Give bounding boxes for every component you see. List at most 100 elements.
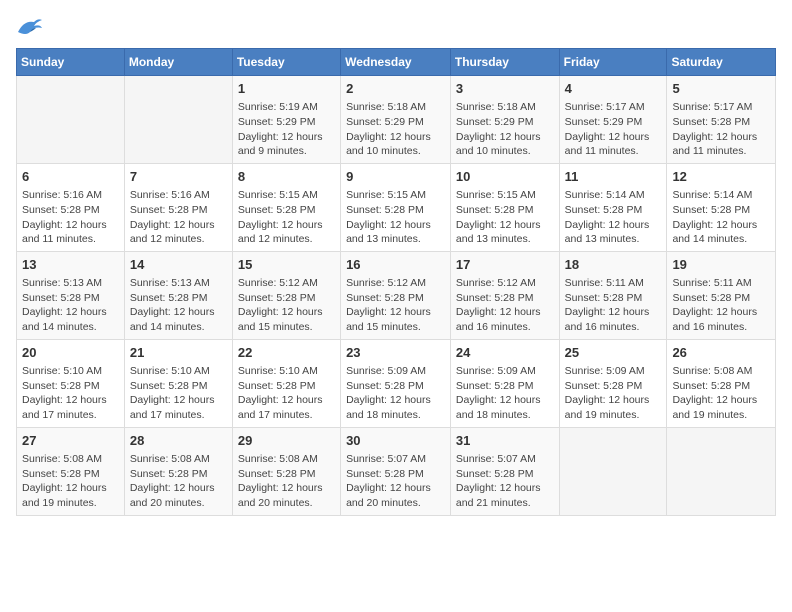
day-info: Sunrise: 5:10 AM Sunset: 5:28 PM Dayligh… (238, 364, 335, 423)
day-number: 4 (565, 80, 662, 98)
week-row-2: 6 Sunrise: 5:16 AM Sunset: 5:28 PM Daylig… (17, 163, 776, 251)
day-number: 30 (346, 432, 445, 450)
day-cell (559, 427, 667, 515)
header-day-thursday: Thursday (450, 49, 559, 76)
day-number: 15 (238, 256, 335, 274)
day-info: Sunrise: 5:16 AM Sunset: 5:28 PM Dayligh… (130, 188, 227, 247)
week-row-3: 13 Sunrise: 5:13 AM Sunset: 5:28 PM Dayli… (17, 251, 776, 339)
day-info: Sunrise: 5:08 AM Sunset: 5:28 PM Dayligh… (672, 364, 770, 423)
header-day-tuesday: Tuesday (232, 49, 340, 76)
day-info: Sunrise: 5:19 AM Sunset: 5:29 PM Dayligh… (238, 100, 335, 159)
day-info: Sunrise: 5:15 AM Sunset: 5:28 PM Dayligh… (346, 188, 445, 247)
day-cell: 11 Sunrise: 5:14 AM Sunset: 5:28 PM Dayli… (559, 163, 667, 251)
day-number: 31 (456, 432, 554, 450)
day-info: Sunrise: 5:17 AM Sunset: 5:29 PM Dayligh… (565, 100, 662, 159)
day-cell: 9 Sunrise: 5:15 AM Sunset: 5:28 PM Daylig… (341, 163, 451, 251)
day-info: Sunrise: 5:10 AM Sunset: 5:28 PM Dayligh… (130, 364, 227, 423)
day-info: Sunrise: 5:12 AM Sunset: 5:28 PM Dayligh… (346, 276, 445, 335)
day-number: 29 (238, 432, 335, 450)
day-cell: 3 Sunrise: 5:18 AM Sunset: 5:29 PM Daylig… (450, 76, 559, 164)
day-number: 27 (22, 432, 119, 450)
day-cell: 30 Sunrise: 5:07 AM Sunset: 5:28 PM Dayli… (341, 427, 451, 515)
day-number: 9 (346, 168, 445, 186)
day-number: 17 (456, 256, 554, 274)
day-number: 25 (565, 344, 662, 362)
day-info: Sunrise: 5:15 AM Sunset: 5:28 PM Dayligh… (456, 188, 554, 247)
day-info: Sunrise: 5:10 AM Sunset: 5:28 PM Dayligh… (22, 364, 119, 423)
day-number: 6 (22, 168, 119, 186)
day-info: Sunrise: 5:17 AM Sunset: 5:28 PM Dayligh… (672, 100, 770, 159)
day-number: 24 (456, 344, 554, 362)
day-cell: 15 Sunrise: 5:12 AM Sunset: 5:28 PM Dayli… (232, 251, 340, 339)
day-number: 2 (346, 80, 445, 98)
calendar-header: SundayMondayTuesdayWednesdayThursdayFrid… (17, 49, 776, 76)
week-row-4: 20 Sunrise: 5:10 AM Sunset: 5:28 PM Dayli… (17, 339, 776, 427)
day-cell: 2Sunrise: 5:18 AM Sunset: 5:29 PM Daylig… (341, 76, 451, 164)
day-number: 1 (238, 80, 335, 98)
header-day-sunday: Sunday (17, 49, 125, 76)
day-info: Sunrise: 5:09 AM Sunset: 5:28 PM Dayligh… (565, 364, 662, 423)
day-cell: 31 Sunrise: 5:07 AM Sunset: 5:28 PM Dayli… (450, 427, 559, 515)
page-header (16, 16, 776, 38)
header-day-friday: Friday (559, 49, 667, 76)
day-info: Sunrise: 5:14 AM Sunset: 5:28 PM Dayligh… (672, 188, 770, 247)
day-number: 3 (456, 80, 554, 98)
header-day-wednesday: Wednesday (341, 49, 451, 76)
day-info: Sunrise: 5:12 AM Sunset: 5:28 PM Dayligh… (238, 276, 335, 335)
day-number: 18 (565, 256, 662, 274)
day-info: Sunrise: 5:07 AM Sunset: 5:28 PM Dayligh… (456, 452, 554, 511)
day-number: 11 (565, 168, 662, 186)
day-number: 16 (346, 256, 445, 274)
day-cell: 14 Sunrise: 5:13 AM Sunset: 5:28 PM Dayli… (124, 251, 232, 339)
day-cell: 17 Sunrise: 5:12 AM Sunset: 5:28 PM Dayli… (450, 251, 559, 339)
day-cell: 21 Sunrise: 5:10 AM Sunset: 5:28 PM Dayli… (124, 339, 232, 427)
day-info: Sunrise: 5:11 AM Sunset: 5:28 PM Dayligh… (565, 276, 662, 335)
day-number: 23 (346, 344, 445, 362)
day-info: Sunrise: 5:07 AM Sunset: 5:28 PM Dayligh… (346, 452, 445, 511)
day-cell: 13Sunrise: 5:13 AM Sunset: 5:28 PM Dayli… (17, 251, 125, 339)
week-row-1: 1 Sunrise: 5:19 AM Sunset: 5:29 PM Daylig… (17, 76, 776, 164)
header-row: SundayMondayTuesdayWednesdayThursdayFrid… (17, 49, 776, 76)
day-number: 10 (456, 168, 554, 186)
day-cell: 25 Sunrise: 5:09 AM Sunset: 5:28 PM Dayli… (559, 339, 667, 427)
day-cell: 26 Sunrise: 5:08 AM Sunset: 5:28 PM Dayli… (667, 339, 776, 427)
day-cell (667, 427, 776, 515)
logo-bird-icon (16, 16, 44, 38)
day-number: 28 (130, 432, 227, 450)
day-number: 14 (130, 256, 227, 274)
day-cell: 10 Sunrise: 5:15 AM Sunset: 5:28 PM Dayli… (450, 163, 559, 251)
day-info: Sunrise: 5:13 AM Sunset: 5:28 PM Dayligh… (130, 276, 227, 335)
day-cell: 5 Sunrise: 5:17 AM Sunset: 5:28 PM Daylig… (667, 76, 776, 164)
day-number: 26 (672, 344, 770, 362)
day-cell: 7 Sunrise: 5:16 AM Sunset: 5:28 PM Daylig… (124, 163, 232, 251)
day-info: Sunrise: 5:11 AM Sunset: 5:28 PM Dayligh… (672, 276, 770, 335)
day-number: 8 (238, 168, 335, 186)
day-number: 22 (238, 344, 335, 362)
day-info: Sunrise: 5:08 AM Sunset: 5:28 PM Dayligh… (130, 452, 227, 511)
day-cell: 23 Sunrise: 5:09 AM Sunset: 5:28 PM Dayli… (341, 339, 451, 427)
calendar-table: SundayMondayTuesdayWednesdayThursdayFrid… (16, 48, 776, 516)
week-row-5: 27 Sunrise: 5:08 AM Sunset: 5:28 PM Dayli… (17, 427, 776, 515)
day-number: 13 (22, 256, 119, 274)
day-number: 5 (672, 80, 770, 98)
day-number: 21 (130, 344, 227, 362)
day-cell: 1 Sunrise: 5:19 AM Sunset: 5:29 PM Daylig… (232, 76, 340, 164)
day-cell: 16 Sunrise: 5:12 AM Sunset: 5:28 PM Dayli… (341, 251, 451, 339)
day-info: Sunrise: 5:16 AM Sunset: 5:28 PM Dayligh… (22, 188, 119, 247)
day-number: 12 (672, 168, 770, 186)
day-cell: 4 Sunrise: 5:17 AM Sunset: 5:29 PM Daylig… (559, 76, 667, 164)
logo (16, 16, 48, 38)
day-info: Sunrise: 5:12 AM Sunset: 5:28 PM Dayligh… (456, 276, 554, 335)
day-cell: 6 Sunrise: 5:16 AM Sunset: 5:28 PM Daylig… (17, 163, 125, 251)
day-info: Sunrise: 5:09 AM Sunset: 5:28 PM Dayligh… (456, 364, 554, 423)
day-info: Sunrise: 5:18 AM Sunset: 5:29 PM Dayligh… (456, 100, 554, 159)
day-cell: 22 Sunrise: 5:10 AM Sunset: 5:28 PM Dayli… (232, 339, 340, 427)
header-day-monday: Monday (124, 49, 232, 76)
day-number: 20 (22, 344, 119, 362)
day-number: 19 (672, 256, 770, 274)
day-cell: 8Sunrise: 5:15 AM Sunset: 5:28 PM Daylig… (232, 163, 340, 251)
day-number: 7 (130, 168, 227, 186)
day-cell: 18 Sunrise: 5:11 AM Sunset: 5:28 PM Dayli… (559, 251, 667, 339)
day-info: Sunrise: 5:14 AM Sunset: 5:28 PM Dayligh… (565, 188, 662, 247)
day-info: Sunrise: 5:09 AM Sunset: 5:28 PM Dayligh… (346, 364, 445, 423)
